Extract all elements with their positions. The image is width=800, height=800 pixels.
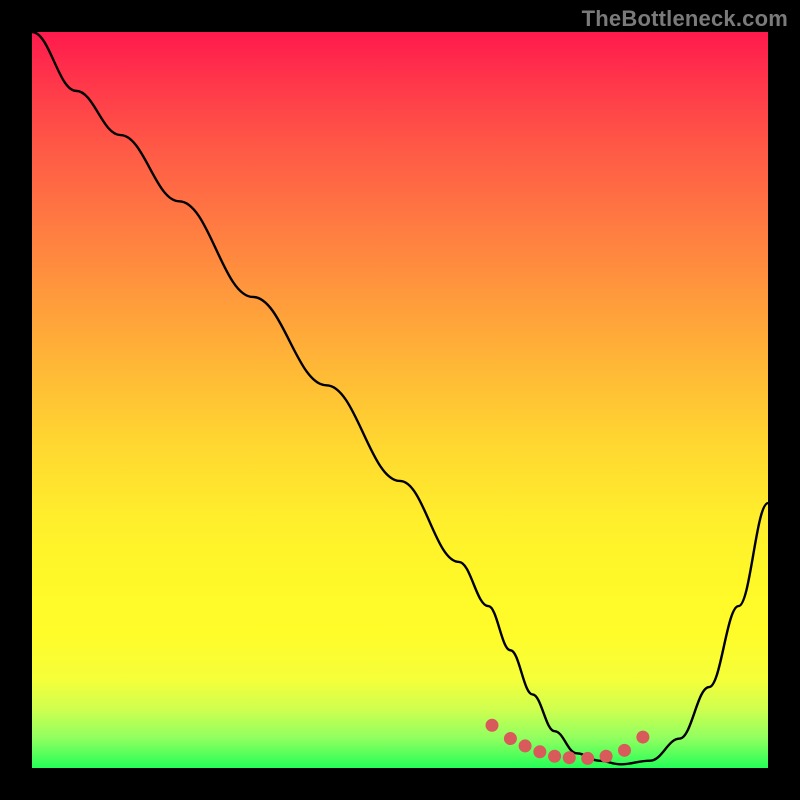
watermark-text: TheBottleneck.com (582, 6, 788, 32)
highlight-dot (533, 745, 546, 758)
plot-area (32, 32, 768, 768)
highlight-dot (636, 731, 649, 744)
highlight-dot (581, 752, 594, 765)
highlight-dot (486, 719, 499, 732)
chart-svg (32, 32, 768, 768)
highlight-dot (618, 744, 631, 757)
highlight-dot (519, 739, 532, 752)
chart-container: TheBottleneck.com (0, 0, 800, 800)
highlight-dot (504, 732, 517, 745)
bottleneck-curve (32, 32, 768, 764)
highlight-dot (548, 750, 561, 763)
highlight-dot (563, 751, 576, 764)
highlight-dot (600, 750, 613, 763)
highlight-dots (486, 719, 650, 765)
